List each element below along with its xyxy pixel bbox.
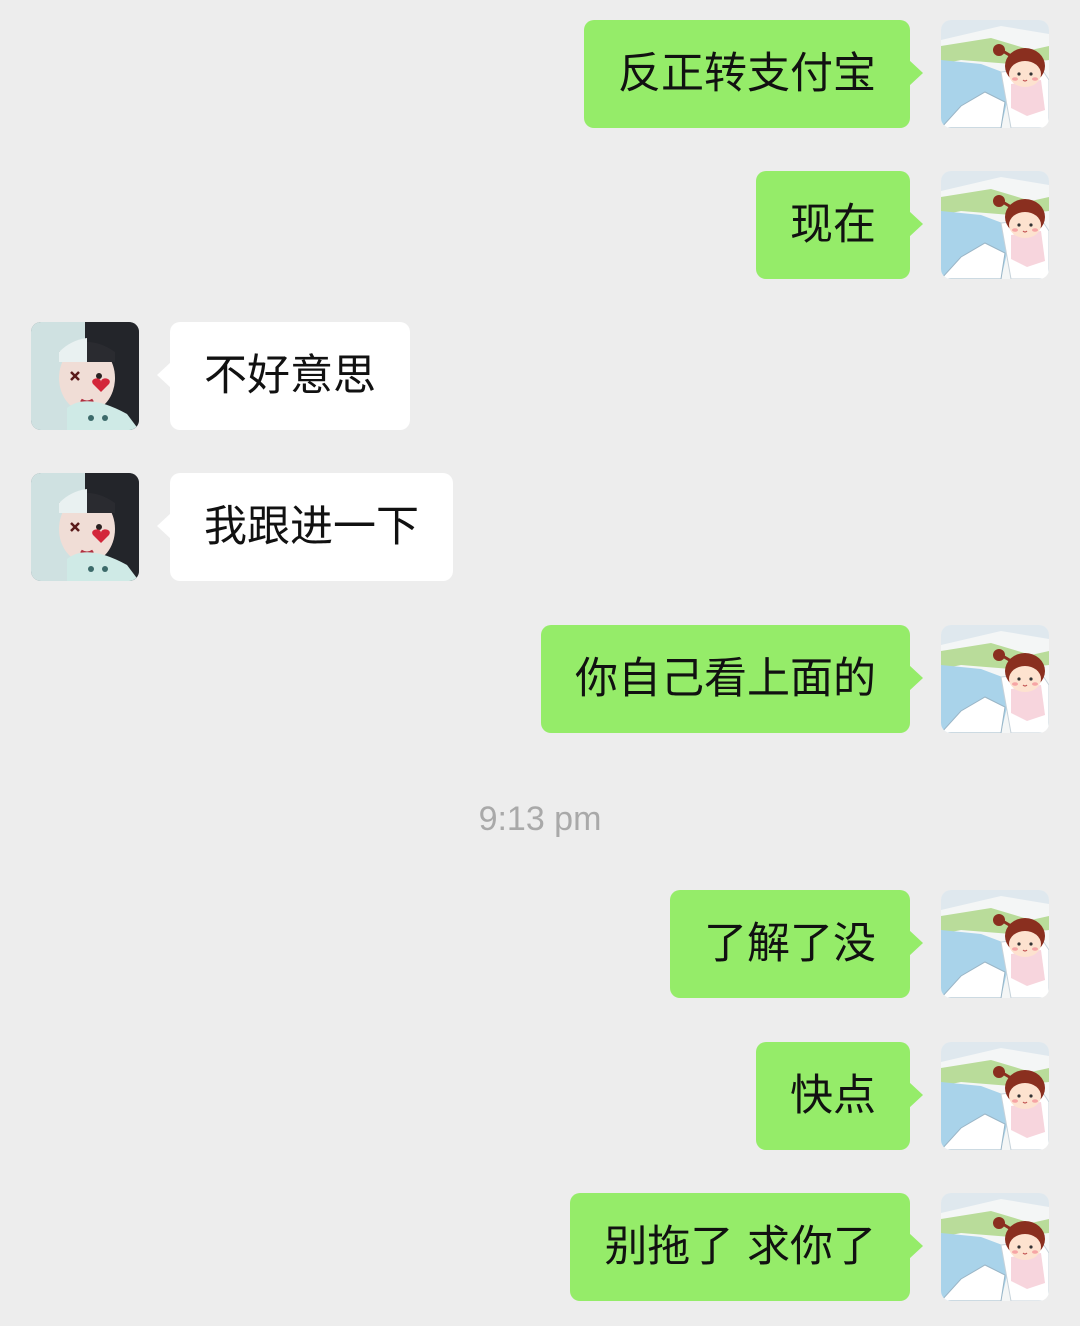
cartoon-girl-icon (941, 171, 1049, 279)
chat-window: 反正转支付宝 现在 不好意思 我跟进一下 你自己看上面的 9:13 pm 了解了… (0, 0, 1080, 1326)
my-avatar[interactable] (941, 890, 1049, 998)
message-row: 我跟进一下 (0, 473, 1080, 581)
message-row: 现在 (0, 171, 1080, 279)
my-avatar[interactable] (941, 1193, 1049, 1301)
cartoon-girl-icon (941, 890, 1049, 998)
incoming-message-bubble[interactable]: 不好意思 (157, 322, 410, 430)
outgoing-message-bubble[interactable]: 了解了没 (670, 890, 923, 998)
outgoing-message-bubble[interactable]: 反正转支付宝 (584, 20, 923, 128)
cartoon-girl-icon (941, 20, 1049, 128)
outgoing-message-bubble[interactable]: 你自己看上面的 (541, 625, 923, 733)
girl-photo-icon (31, 322, 139, 430)
message-row: 你自己看上面的 (0, 625, 1080, 733)
outgoing-message-bubble[interactable]: 现在 (756, 171, 923, 279)
message-row: 反正转支付宝 (0, 20, 1080, 128)
incoming-message-bubble[interactable]: 我跟进一下 (157, 473, 453, 581)
my-avatar[interactable] (941, 625, 1049, 733)
message-row: 了解了没 (0, 890, 1080, 998)
girl-photo-icon (31, 473, 139, 581)
message-row: 不好意思 (0, 322, 1080, 430)
message-row: 别拖了 求你了 (0, 1193, 1080, 1301)
cartoon-girl-icon (941, 1193, 1049, 1301)
contact-avatar[interactable] (31, 322, 139, 430)
my-avatar[interactable] (941, 1042, 1049, 1150)
message-row: 快点 (0, 1042, 1080, 1150)
contact-avatar[interactable] (31, 473, 139, 581)
my-avatar[interactable] (941, 20, 1049, 128)
message-timestamp: 9:13 pm (478, 800, 602, 838)
my-avatar[interactable] (941, 171, 1049, 279)
outgoing-message-bubble[interactable]: 别拖了 求你了 (570, 1193, 923, 1301)
cartoon-girl-icon (941, 1042, 1049, 1150)
cartoon-girl-icon (941, 625, 1049, 733)
outgoing-message-bubble[interactable]: 快点 (756, 1042, 923, 1150)
